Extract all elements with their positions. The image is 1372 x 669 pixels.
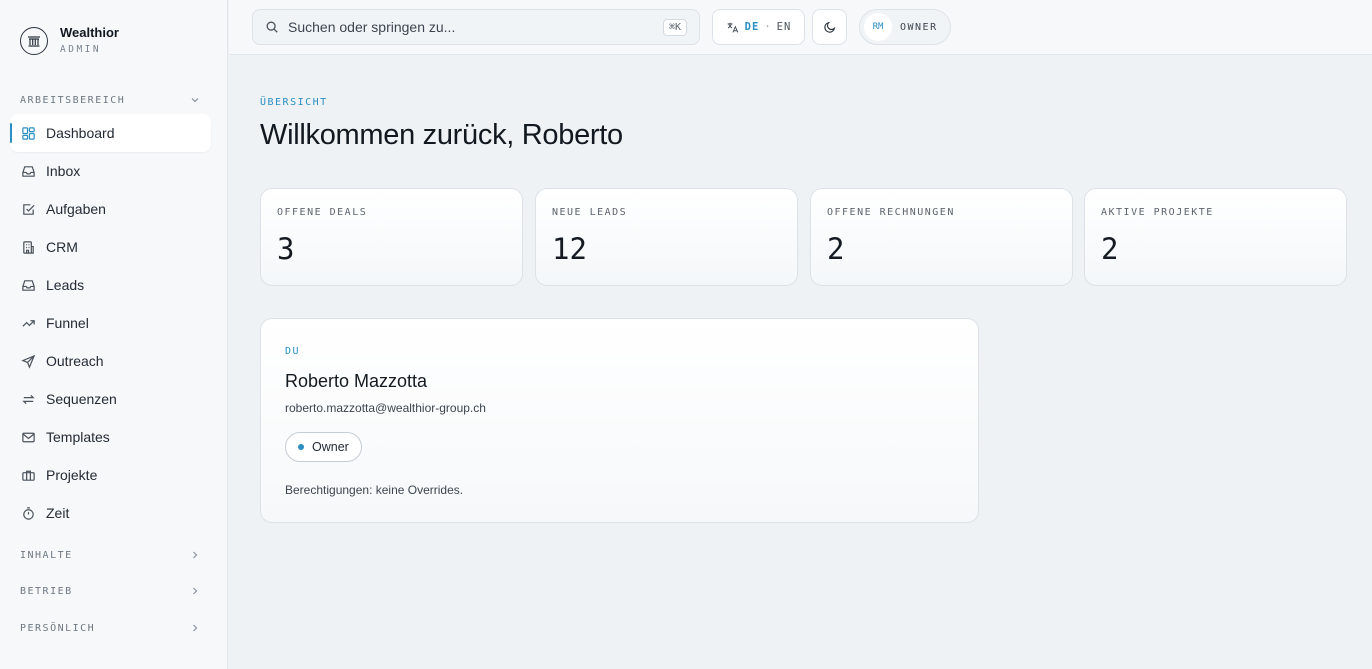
checkbox-icon	[20, 201, 36, 217]
briefcase-icon	[20, 467, 36, 483]
profile-card: DU Roberto Mazzotta roberto.mazzotta@wea…	[260, 318, 979, 523]
section-persoenlich[interactable]: PERSÖNLICH	[20, 620, 200, 636]
brand-name: Wealthior	[60, 25, 119, 40]
sidebar-item-zeit[interactable]: Zeit	[10, 494, 211, 532]
send-icon	[20, 353, 36, 369]
sidebar-item-label: Inbox	[46, 163, 81, 179]
user-role-label: OWNER	[900, 21, 938, 33]
sidebar-item-projekte[interactable]: Projekte	[10, 456, 211, 494]
stat-value: 12	[552, 232, 587, 266]
section-persoenlich-label: PERSÖNLICH	[20, 622, 96, 634]
section-workspace[interactable]: ARBEITSBEREICH	[20, 92, 200, 108]
sidebar-item-dashboard[interactable]: Dashboard	[10, 114, 211, 152]
mail-icon	[20, 429, 36, 445]
language-separator: ·	[764, 21, 772, 33]
brand[interactable]: Wealthior ADMIN	[20, 24, 119, 58]
profile-eyebrow: DU	[285, 346, 301, 357]
theme-toggle-button[interactable]	[812, 9, 847, 45]
chevron-right-icon	[193, 624, 198, 632]
inbox-icon	[20, 277, 36, 293]
avatar: RM	[864, 13, 892, 41]
stat-value: 2	[1101, 232, 1119, 266]
language-option-de[interactable]: DE	[745, 21, 760, 33]
stat-label: NEUE LEADS	[552, 207, 628, 218]
chevron-right-icon	[193, 551, 198, 559]
chevron-right-icon	[193, 587, 198, 595]
profile-name: Roberto Mazzotta	[285, 371, 428, 391]
topbar: ⌘K DE · EN RM OWNER	[229, 0, 1372, 55]
main-content: ÜBERSICHT Willkommen zurück, Roberto OFF…	[229, 55, 1372, 669]
stat-card-open-invoices[interactable]: OFFENE RECHNUNGEN 2	[810, 188, 1073, 286]
sidebar-item-outreach[interactable]: Outreach	[10, 342, 211, 380]
profile-email: roberto.mazzotta@wealthior-group.ch	[285, 401, 486, 415]
pillar-logo-icon	[20, 27, 48, 55]
sidebar-nav: Dashboard Inbox Aufgaben CRM Leads Funne…	[10, 114, 211, 532]
stat-label: OFFENE DEALS	[277, 207, 368, 218]
sidebar-item-sequenzen[interactable]: Sequenzen	[10, 380, 211, 418]
timer-icon	[20, 505, 36, 521]
stat-value: 2	[827, 232, 845, 266]
repeat-icon	[20, 391, 36, 407]
sidebar: Wealthior ADMIN ARBEITSBEREICH Dashboard…	[0, 0, 228, 669]
section-betrieb-label: BETRIEB	[20, 585, 73, 597]
stat-card-open-deals[interactable]: OFFENE DEALS 3	[260, 188, 523, 286]
search-input[interactable]	[288, 19, 663, 35]
language-switcher[interactable]: DE · EN	[712, 9, 805, 45]
section-workspace-label: ARBEITSBEREICH	[20, 94, 126, 106]
sidebar-item-funnel[interactable]: Funnel	[10, 304, 211, 342]
user-menu-button[interactable]: RM OWNER	[859, 9, 951, 45]
stat-label: AKTIVE PROJEKTE	[1101, 207, 1214, 218]
sidebar-item-label: Outreach	[46, 353, 104, 369]
status-dot-icon	[298, 444, 304, 450]
sidebar-item-inbox[interactable]: Inbox	[10, 152, 211, 190]
stat-label: OFFENE RECHNUNGEN	[827, 207, 955, 218]
building-icon	[20, 239, 36, 255]
search-icon	[266, 21, 278, 33]
page-title: Willkommen zurück, Roberto	[260, 119, 623, 151]
permissions-text: Berechtigungen: keine Overrides.	[285, 483, 464, 497]
chevron-down-icon	[191, 98, 199, 103]
search-box[interactable]: ⌘K	[252, 9, 700, 45]
sidebar-item-label: Dashboard	[46, 125, 115, 141]
sidebar-item-label: Zeit	[46, 505, 70, 521]
sidebar-item-label: Leads	[46, 277, 85, 293]
sidebar-item-label: Projekte	[46, 467, 98, 483]
stat-card-new-leads[interactable]: NEUE LEADS 12	[535, 188, 798, 286]
sidebar-item-aufgaben[interactable]: Aufgaben	[10, 190, 211, 228]
moon-icon	[823, 21, 835, 33]
trend-icon	[20, 315, 36, 331]
sidebar-item-label: Funnel	[46, 315, 89, 331]
sidebar-item-label: Templates	[46, 429, 110, 445]
sidebar-item-templates[interactable]: Templates	[10, 418, 211, 456]
translate-icon	[727, 22, 738, 33]
role-badge: Owner	[285, 432, 362, 462]
stat-value: 3	[277, 232, 295, 266]
section-inhalte[interactable]: INHALTE	[20, 547, 200, 563]
sidebar-item-leads[interactable]: Leads	[10, 266, 211, 304]
sidebar-item-crm[interactable]: CRM	[10, 228, 211, 266]
dashboard-icon	[20, 125, 36, 141]
section-inhalte-label: INHALTE	[20, 549, 73, 561]
sidebar-item-label: CRM	[46, 239, 78, 255]
brand-subtitle: ADMIN	[60, 44, 102, 55]
page-eyebrow: ÜBERSICHT	[260, 97, 328, 108]
role-badge-label: Owner	[312, 440, 349, 454]
section-betrieb[interactable]: BETRIEB	[20, 583, 200, 599]
sidebar-item-label: Sequenzen	[46, 391, 117, 407]
language-option-en[interactable]: EN	[777, 21, 792, 33]
sidebar-item-label: Aufgaben	[46, 201, 106, 217]
stat-card-active-projects[interactable]: AKTIVE PROJEKTE 2	[1084, 188, 1347, 286]
search-shortcut-badge: ⌘K	[662, 18, 687, 36]
inbox-icon	[20, 163, 36, 179]
